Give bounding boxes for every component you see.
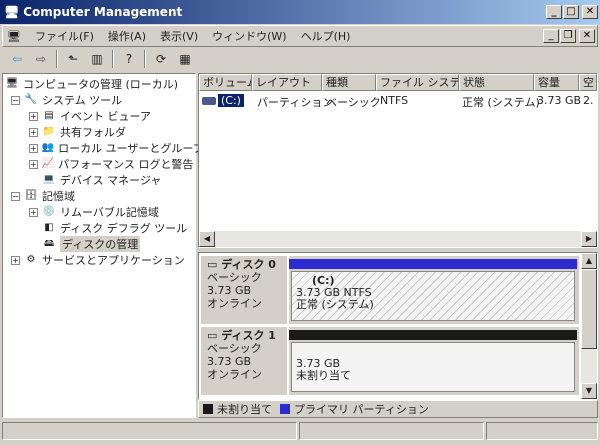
menu-action[interactable]: 操作(A) [108,28,146,44]
title-bar: 🖥 Computer Management _ □ ✕ [0,0,600,24]
column-header-type[interactable]: 種類 [322,74,376,91]
expand-icon[interactable]: + [29,127,38,137]
performance-icon: 📈 [41,158,55,169]
folder-icon: 📁 [42,126,56,137]
partition-c[interactable]: (C:) 3.73 GB NTFS 正常 (システム) [291,271,575,321]
column-header-filesystem[interactable]: ファイル システム [376,74,459,91]
close-button[interactable]: ✕ [582,5,598,19]
menu-file[interactable]: ファイル(F) [35,28,94,44]
device-manager-icon: 💻 [42,174,56,185]
disk-graph: (C:) 3.73 GB NTFS 正常 (システム) [289,256,579,324]
scroll-up-button[interactable]: ▲ [581,253,597,269]
disk-icon: ▭ [207,329,218,342]
users-icon: 👥 [41,142,55,153]
tree-item-services[interactable]: + ⚙ サービスとアプリケーション [5,252,193,268]
expand-icon[interactable]: + [29,111,38,121]
volume-list: ボリューム レイアウト 種類 ファイル システム 状態 容量 空 (C:) パー… [198,73,598,248]
back-icon[interactable]: ⇦ [8,50,26,68]
status-pane [299,422,485,440]
menu-window[interactable]: ウィンドウ(W) [212,28,286,44]
menu-view[interactable]: 表示(V) [160,28,198,44]
help-icon[interactable]: ? [120,50,138,68]
show-hide-tree-icon[interactable]: ▥ [88,50,106,68]
column-header-volume[interactable]: ボリューム [199,74,252,91]
expand-icon[interactable]: + [29,143,38,153]
tree-item-device-manager[interactable]: 💻 デバイス マネージャ [5,172,193,188]
event-viewer-icon: ▤ [44,110,54,121]
removable-storage-icon: 💿 [42,206,56,217]
tree-item-shared-folders[interactable]: + 📁 共有フォルダ [5,124,193,140]
tree-item-defrag[interactable]: ◧ ディスク デフラグ ツール [5,220,193,236]
status-pane [2,422,297,440]
defrag-icon: ◧ [44,222,54,233]
window-title: Computer Management [23,5,183,19]
tree-item-local-users[interactable]: + 👥 ローカル ユーザーとグループ [5,140,204,156]
tree-item-storage[interactable]: − 🗄 記憶域 [5,188,193,204]
disk-label: ▭ ディスク 0 ベーシック 3.73 GB オンライン [201,256,287,324]
scroll-right-button[interactable]: ▶ [581,231,597,247]
child-restore-button[interactable]: ❐ [560,29,576,43]
menu-bar: 🖥 ファイル(F) 操作(A) 表示(V) ウィンドウ(W) ヘルプ(H) _ … [2,25,598,47]
expand-icon[interactable]: + [11,255,20,265]
scroll-left-button[interactable]: ◀ [199,231,215,247]
unallocated-space[interactable]: 3.73 GB 未割り当て [291,342,575,392]
column-header-status[interactable]: 状態 [459,74,534,91]
drive-icon [202,97,216,105]
status-bar [0,420,600,442]
collapse-icon[interactable]: − [11,191,20,201]
tree-item-root[interactable]: 🖥 コンピュータの管理 (ローカル) [5,76,193,92]
menu-help[interactable]: ヘルプ(H) [301,28,351,44]
app-icon: 🖥 [7,29,21,43]
services-icon: ⚙ [26,254,36,265]
storage-icon: 🗄 [24,190,38,201]
partition-bar [289,259,577,269]
properties-icon[interactable]: ▦ [176,50,194,68]
disk-icon: ▭ [207,258,218,271]
maximize-button[interactable]: □ [563,5,579,19]
column-header-free[interactable]: 空 [579,74,597,91]
forward-icon[interactable]: ⇨ [32,50,50,68]
computer-icon: 🖥 [4,5,20,19]
column-header-layout[interactable]: レイアウト [252,74,322,91]
status-pane [486,422,598,440]
expand-icon[interactable]: + [29,207,38,217]
column-header-capacity[interactable]: 容量 [534,74,579,91]
tree-item-event-viewer[interactable]: + ▤ イベント ビューア [5,108,193,124]
tree-item-system-tools[interactable]: − 🔧 システム ツール [5,92,193,108]
refresh-icon[interactable]: ⟳ [152,50,170,68]
collapse-icon[interactable]: − [11,95,20,105]
tree-item-removable-storage[interactable]: + 💿 リムーバブル記憶域 [5,204,193,220]
partition-bar [289,330,577,340]
minimize-button[interactable]: _ [546,5,562,19]
tree-item-disk-management[interactable]: 🖴 ディスクの管理 [5,236,193,252]
primary-partition-swatch [280,404,290,414]
expand-icon[interactable]: + [29,159,38,169]
tools-icon: 🔧 [24,94,38,105]
scroll-down-button[interactable]: ▼ [581,383,597,399]
child-minimize-button[interactable]: _ [543,29,559,43]
unallocated-swatch [203,404,213,414]
disk-management-icon: 🖴 [43,238,55,249]
up-folder-icon[interactable]: ⬑ [64,50,82,68]
horizontal-scrollbar[interactable]: ◀ ▶ [199,231,597,247]
scroll-thumb[interactable] [581,269,597,349]
tree-item-perf-logs[interactable]: + 📈 パフォーマンス ログと警告 [5,156,193,172]
toolbar: ⇦ ⇨ ⬑ ▥ ? ⟳ ▦ [2,48,598,70]
console-tree: 🖥 コンピュータの管理 (ローカル) − 🔧 システム ツール + ▤ イベント ビューア… [2,73,204,418]
child-close-button[interactable]: ✕ [579,29,595,43]
disk-map: ▭ ディスク 0 ベーシック 3.73 GB オンライン (C:) 3.73 G… [198,252,598,400]
computer-icon: 🖥 [5,78,19,89]
vertical-scrollbar[interactable]: ▲ ▼ [581,253,597,399]
legend: 未割り当て プライマリ パーティション [198,400,598,418]
disk-graph: 3.73 GB 未割り当て [289,327,579,395]
disk-label: ▭ ディスク 1 ベーシック 3.73 GB オンライン [201,327,287,395]
